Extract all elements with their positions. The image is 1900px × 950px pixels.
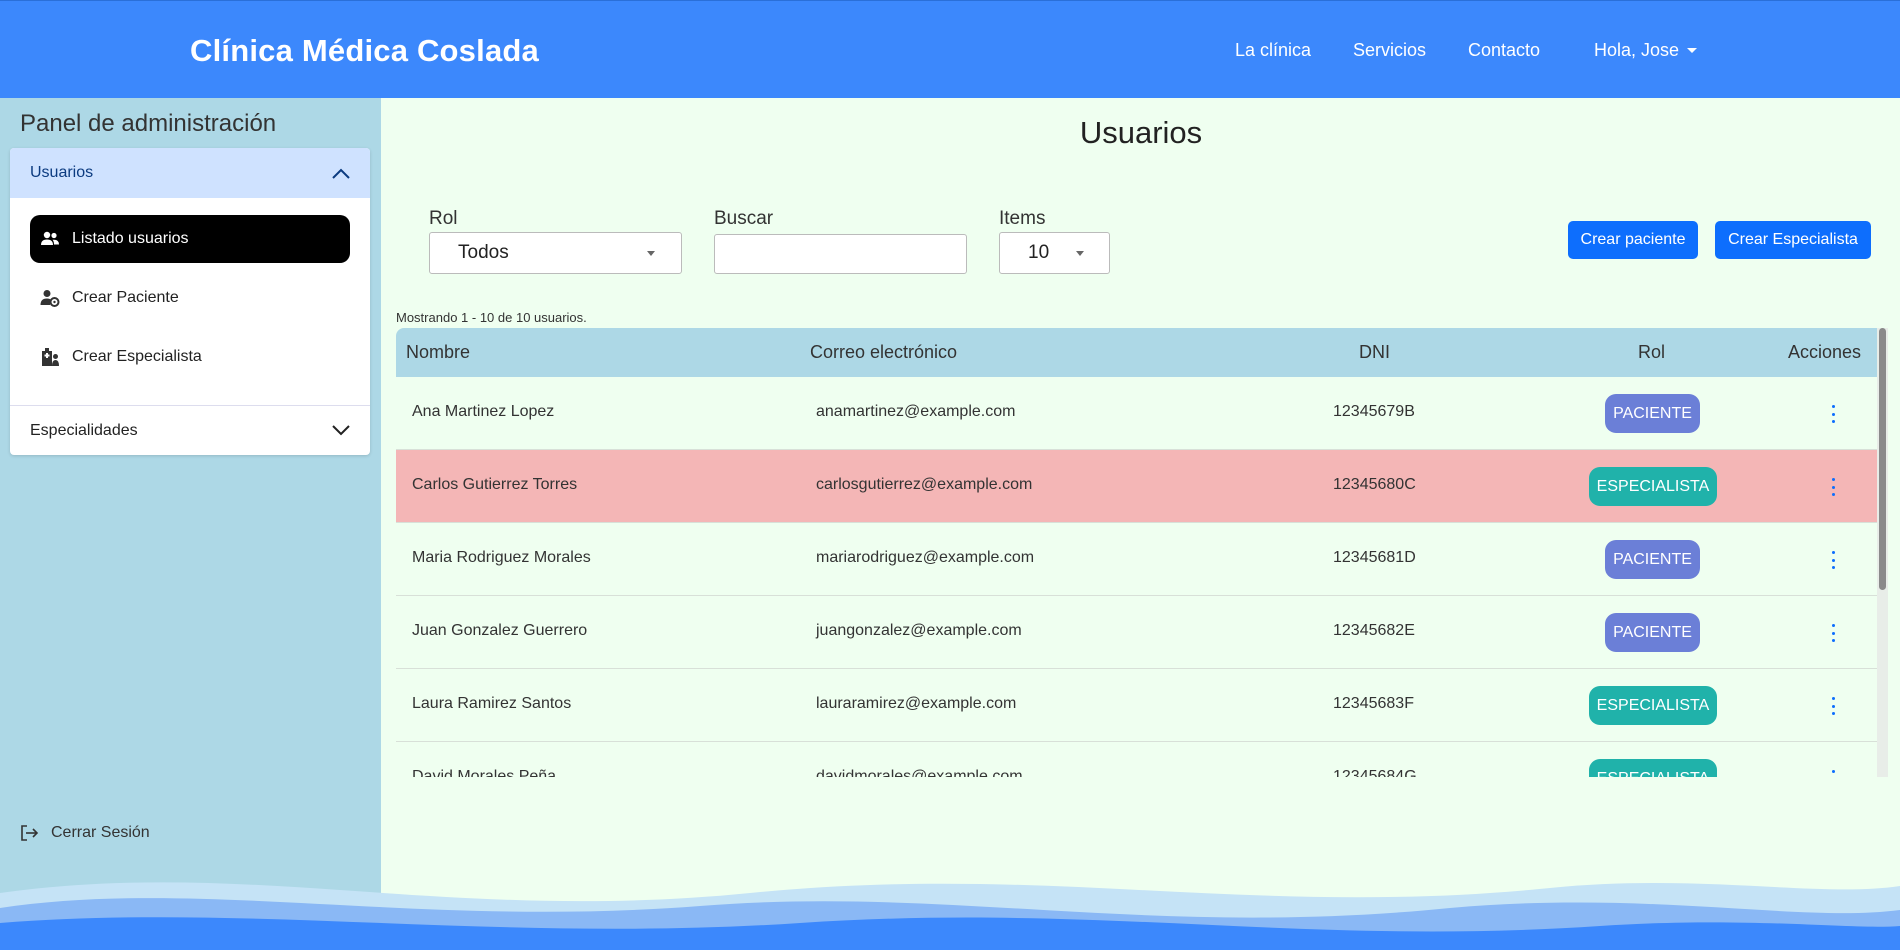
footer-waves xyxy=(0,882,1900,950)
table-row[interactable]: David Morales Peña davidmorales@example.… xyxy=(396,742,1888,777)
page-title: Usuarios xyxy=(1079,115,1203,150)
sign-out-icon xyxy=(21,825,39,841)
cell-nombre: Juan Gonzalez Guerrero xyxy=(412,622,588,639)
row-actions-menu-icon[interactable] xyxy=(1826,478,1840,496)
chevron-up-icon xyxy=(332,168,350,179)
logout-button[interactable]: Cerrar Sesión xyxy=(20,824,150,842)
cell-nombre: David Morales Peña xyxy=(412,768,557,777)
sidebar-title: Panel de administración xyxy=(20,110,277,137)
column-header-acciones: Acciones xyxy=(1788,342,1862,362)
accordion-label: Usuarios xyxy=(30,164,94,181)
table-row[interactable]: Carlos Gutierrez Torres carlosgutierrez@… xyxy=(396,450,1888,523)
cell-nombre: Carlos Gutierrez Torres xyxy=(412,476,578,493)
cell-nombre: Laura Ramirez Santos xyxy=(412,695,572,712)
row-actions-menu-icon[interactable] xyxy=(1826,624,1840,642)
items-select-value: 10 xyxy=(1028,242,1050,263)
cell-nombre: Maria Rodriguez Morales xyxy=(412,549,591,566)
user-plus-gear-icon xyxy=(40,290,60,307)
rol-filter-label: Rol xyxy=(429,208,458,229)
crear-especialista-button[interactable]: Crear Especialista xyxy=(1715,221,1871,259)
nav-link-contacto[interactable]: Contacto xyxy=(1468,40,1540,61)
row-actions-menu-icon[interactable] xyxy=(1826,770,1840,777)
table-row[interactable]: Ana Martinez Lopez anamartinez@example.c… xyxy=(396,377,1888,450)
cell-correo: mariarodriguez@example.com xyxy=(816,549,1035,566)
row-actions-menu-icon[interactable] xyxy=(1826,551,1840,569)
users-table: Nombre Correo electrónico DNI Rol Accion… xyxy=(396,328,1888,777)
nav-link-servicios[interactable]: Servicios xyxy=(1353,40,1426,61)
scrollbar-thumb[interactable] xyxy=(1879,328,1886,590)
sidebar-item-listado-usuarios[interactable]: Listado usuarios xyxy=(30,215,350,263)
admin-sidebar: Panel de administración Usuarios Listado… xyxy=(0,98,381,950)
results-count: Mostrando 1 - 10 de 10 usuarios. xyxy=(396,310,587,325)
cell-dni: 12345681D xyxy=(1333,549,1416,566)
rol-select[interactable]: Todos xyxy=(429,232,682,274)
cell-dni: 12345679B xyxy=(1333,403,1415,420)
sidebar-item-label: Crear Especialista xyxy=(72,348,202,365)
cell-dni: 12345683F xyxy=(1333,695,1414,712)
column-header-nombre[interactable]: Nombre xyxy=(406,342,470,363)
cell-correo: juangonzalez@example.com xyxy=(816,622,1022,639)
accordion-body-usuarios: Listado usuarios Crear Paciente Crear Es… xyxy=(10,198,370,405)
sidebar-item-crear-especialista[interactable]: Crear Especialista xyxy=(30,333,350,381)
caret-down-icon xyxy=(1687,48,1698,53)
role-badge: ESPECIALISTA xyxy=(1589,759,1717,777)
items-label: Items xyxy=(999,208,1046,229)
chevron-down-icon xyxy=(332,425,350,436)
users-icon xyxy=(41,231,59,245)
top-navbar: Clínica Médica Coslada La clínica Servic… xyxy=(0,0,1900,98)
cell-dni: 12345680C xyxy=(1333,476,1416,493)
accordion-header-especialidades[interactable]: Especialidades xyxy=(10,405,370,455)
items-per-page-select[interactable]: 10 xyxy=(999,232,1110,274)
user-menu-dropdown[interactable]: Hola, Jose xyxy=(1594,40,1698,61)
search-input[interactable] xyxy=(714,234,967,274)
buscar-label: Buscar xyxy=(714,208,774,229)
rol-select-value: Todos xyxy=(458,242,509,263)
accordion-header-usuarios[interactable]: Usuarios xyxy=(10,148,370,198)
role-badge: PACIENTE xyxy=(1605,540,1700,579)
table-header: Nombre Correo electrónico DNI Rol Accion… xyxy=(396,328,1888,377)
cell-correo: lauraramirez@example.com xyxy=(816,695,1017,712)
cell-correo: davidmorales@example.com xyxy=(816,768,1023,777)
brand-logo-text[interactable]: Clínica Médica Coslada xyxy=(190,33,539,69)
table-row[interactable]: Maria Rodriguez Morales mariarodriguez@e… xyxy=(396,523,1888,596)
accordion-label: Especialidades xyxy=(30,421,138,439)
row-actions-menu-icon[interactable] xyxy=(1826,697,1840,715)
table-scrollbar[interactable] xyxy=(1877,328,1888,777)
cell-nombre: Ana Martinez Lopez xyxy=(412,403,555,420)
column-header-correo[interactable]: Correo electrónico xyxy=(810,342,957,363)
cell-correo: carlosgutierrez@example.com xyxy=(816,476,1033,493)
cell-correo: anamartinez@example.com xyxy=(816,403,1016,420)
cell-dni: 12345684G xyxy=(1333,768,1417,777)
role-badge: ESPECIALISTA xyxy=(1589,686,1717,725)
nav-link-la-clinica[interactable]: La clínica xyxy=(1235,40,1311,61)
select-arrow-icon xyxy=(647,251,655,256)
logout-label: Cerrar Sesión xyxy=(51,824,150,841)
sidebar-item-label: Listado usuarios xyxy=(72,230,189,247)
role-badge: ESPECIALISTA xyxy=(1589,467,1717,506)
select-arrow-icon xyxy=(1076,251,1084,256)
table-row[interactable]: Juan Gonzalez Guerrero juangonzalez@exam… xyxy=(396,596,1888,669)
role-badge: PACIENTE xyxy=(1605,613,1700,652)
row-actions-menu-icon[interactable] xyxy=(1826,405,1840,423)
hospital-user-icon xyxy=(42,348,59,366)
sidebar-accordion: Usuarios Listado usuarios Crear Paciente xyxy=(10,148,370,455)
column-header-rol[interactable]: Rol xyxy=(1638,342,1665,363)
sidebar-item-crear-paciente[interactable]: Crear Paciente xyxy=(30,274,350,322)
role-badge: PACIENTE xyxy=(1605,394,1700,433)
user-menu-label: Hola, Jose xyxy=(1594,40,1680,60)
table-row[interactable]: Laura Ramirez Santos lauraramirez@exampl… xyxy=(396,669,1888,742)
table-body: Ana Martinez Lopez anamartinez@example.c… xyxy=(396,377,1888,777)
cell-dni: 12345682E xyxy=(1333,622,1415,639)
crear-paciente-button[interactable]: Crear paciente xyxy=(1568,221,1698,259)
sidebar-item-label: Crear Paciente xyxy=(72,289,179,306)
column-header-dni[interactable]: DNI xyxy=(1359,342,1390,363)
